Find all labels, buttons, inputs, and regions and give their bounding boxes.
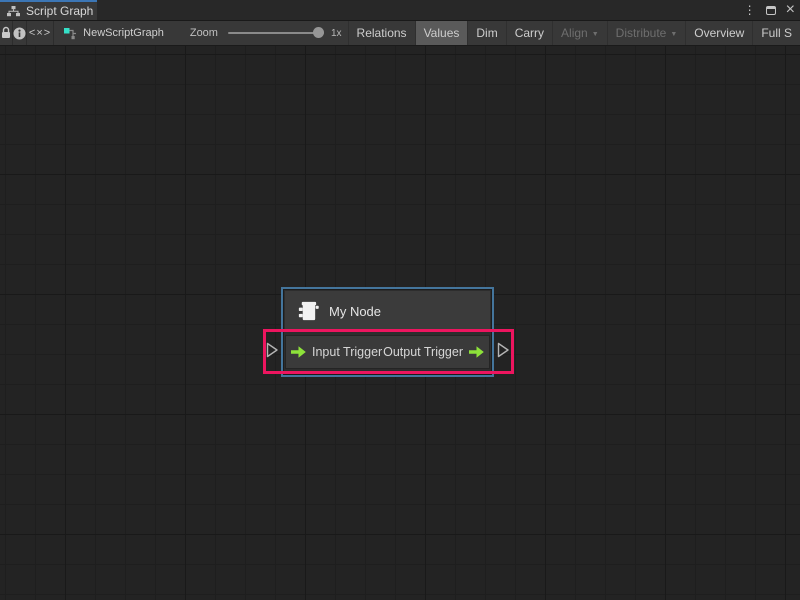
window-controls: ⋮ × [744,0,795,20]
align-label: Align [561,26,588,40]
trigger-arrow-icon [468,345,485,359]
titlebar: Script Graph ⋮ × [0,0,800,21]
maximize-icon[interactable] [766,6,776,15]
overview-button[interactable]: Overview [685,21,752,45]
dim-label: Dim [476,26,497,40]
graph-toolbar: <×> NewScriptGraph Zoom 1x Relations Val… [0,21,800,46]
graph-name-label: NewScriptGraph [83,27,164,39]
zoom-control: Zoom 1x [190,21,348,45]
graph-canvas[interactable]: My Node Input Trigger Output Trigger [0,46,800,600]
fullscreen-button[interactable]: Full S [752,21,800,45]
graph-hierarchy-icon [7,6,20,17]
node-output-connection-triangle[interactable] [497,342,510,358]
output-trigger-port[interactable]: Output Trigger [383,345,485,359]
zoom-slider-handle[interactable] [313,27,324,38]
node-title: My Node [329,304,381,319]
carry-button[interactable]: Carry [506,21,552,45]
zoom-value: 1x [331,28,342,39]
values-label: Values [424,26,460,40]
chevron-down-icon: ▼ [592,29,599,38]
window-menu-icon[interactable]: ⋮ [744,4,756,16]
relations-button[interactable]: Relations [348,21,415,45]
lock-icon [0,26,12,40]
overview-label: Overview [694,26,744,40]
code-view-toggle[interactable]: <×> [27,21,54,45]
input-trigger-port[interactable]: Input Trigger [290,345,382,359]
dim-button[interactable]: Dim [467,21,505,45]
chevron-down-icon: ▼ [670,29,677,38]
script-graph-asset-icon [64,27,77,40]
relations-label: Relations [357,26,407,40]
info-button[interactable] [13,21,27,45]
tab-label: Script Graph [26,4,93,18]
zoom-label: Zoom [190,27,218,39]
node-ports-row: Input Trigger Output Trigger [285,335,490,369]
unit-node-icon [296,300,319,323]
trigger-arrow-icon [290,345,307,359]
output-port-label: Output Trigger [383,345,463,359]
distribute-dropdown[interactable]: Distribute ▼ [607,21,686,45]
graph-asset-reference[interactable]: NewScriptGraph [64,21,164,45]
info-icon [13,27,26,40]
node-header[interactable]: My Node [285,291,490,332]
align-dropdown[interactable]: Align ▼ [552,21,607,45]
input-port-label: Input Trigger [312,345,382,359]
distribute-label: Distribute [616,26,667,40]
tab-script-graph[interactable]: Script Graph [0,0,97,20]
carry-label: Carry [515,26,544,40]
node-my-node[interactable]: My Node Input Trigger Output Trigger [281,287,494,377]
fullscreen-label: Full S [761,26,792,40]
close-icon[interactable]: × [786,4,795,16]
lock-button[interactable] [0,21,13,45]
node-input-connection-triangle[interactable] [266,342,279,358]
zoom-slider[interactable] [228,32,324,34]
values-button[interactable]: Values [415,21,468,45]
